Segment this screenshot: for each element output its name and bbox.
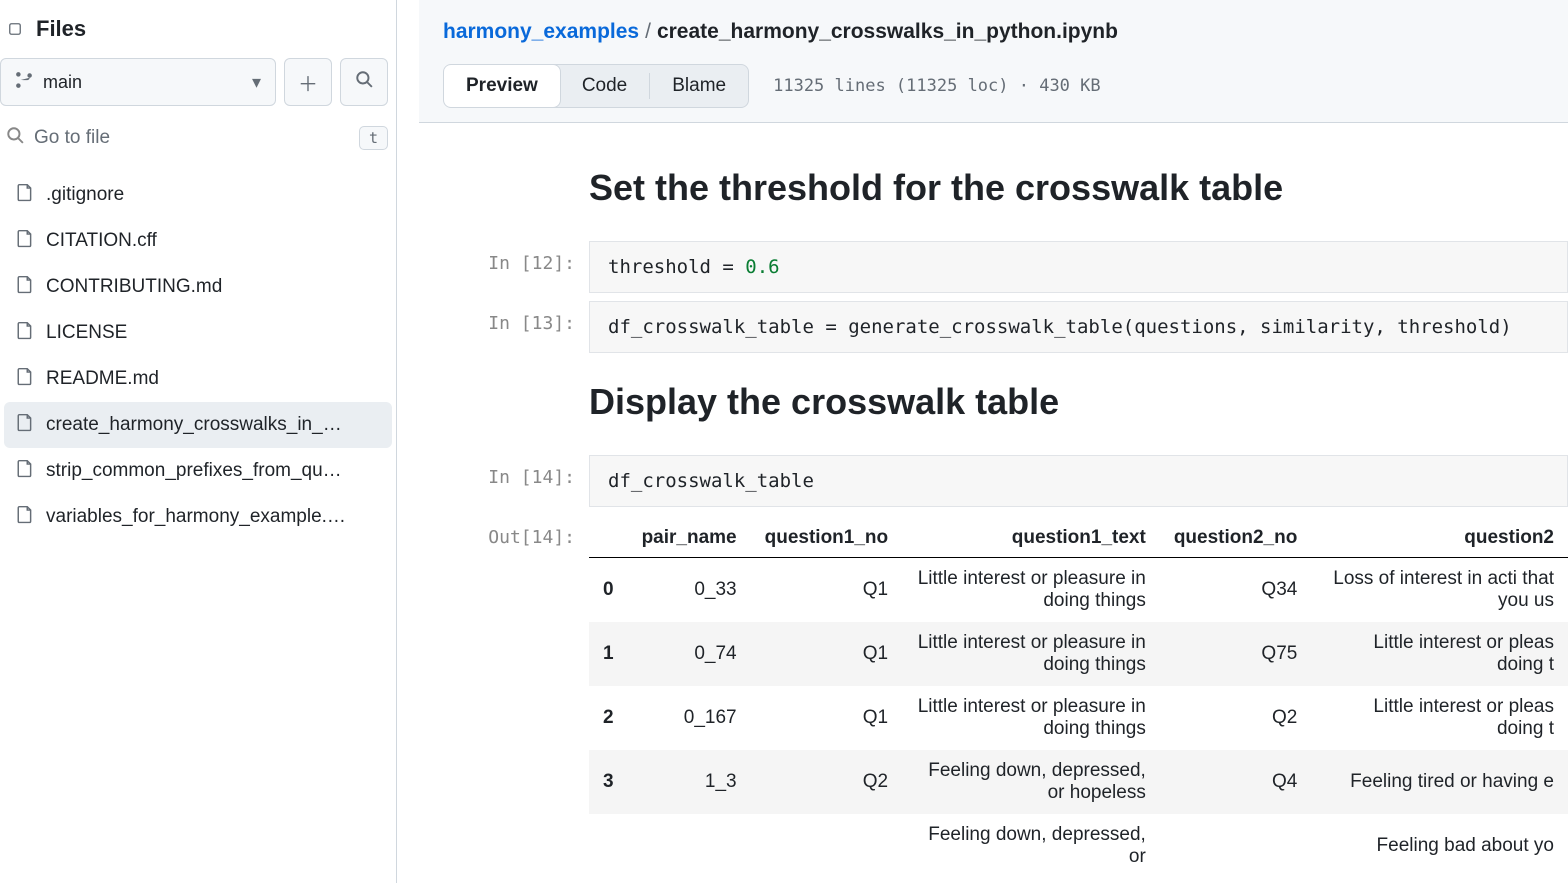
cell-prompt: In [12]: bbox=[419, 241, 589, 293]
table-row: 1 0_74 Q1 Little interest or pleasure in… bbox=[589, 622, 1568, 686]
file-icon bbox=[16, 274, 34, 300]
file-icon bbox=[16, 504, 34, 530]
cell-prompt: Out[14]: bbox=[419, 515, 589, 878]
code-cell: df_crosswalk_table bbox=[589, 455, 1568, 507]
tab-code[interactable]: Code bbox=[560, 65, 649, 107]
file-icon bbox=[16, 366, 34, 392]
breadcrumb-file: create_harmony_crosswalks_in_python.ipyn… bbox=[657, 20, 1118, 43]
add-file-button[interactable]: ＋ bbox=[284, 58, 332, 106]
plus-icon: ＋ bbox=[298, 68, 318, 97]
cell-prompt: In [13]: bbox=[419, 301, 589, 353]
file-header: harmony_examples/create_harmony_crosswal… bbox=[419, 0, 1568, 123]
main-content: harmony_examples/create_harmony_crosswal… bbox=[419, 0, 1568, 883]
dataframe-table: pair_namequestion1_noquestion1_textquest… bbox=[589, 519, 1568, 878]
file-icon bbox=[16, 182, 34, 208]
file-name: .gitignore bbox=[46, 184, 124, 206]
tab-blame[interactable]: Blame bbox=[650, 65, 748, 107]
file-icon bbox=[16, 412, 34, 438]
file-item[interactable]: strip_common_prefixes_from_qu… bbox=[4, 448, 392, 494]
file-stats: 11325 lines (11325 loc) · 430 KB bbox=[773, 76, 1101, 96]
table-row: 0 0_33 Q1 Little interest or pleasure in… bbox=[589, 558, 1568, 623]
file-icon bbox=[16, 458, 34, 484]
table-header: question1_text bbox=[902, 519, 1160, 558]
table-header: question1_no bbox=[751, 519, 903, 558]
branch-selector[interactable]: main ▾ bbox=[0, 58, 276, 106]
file-name: strip_common_prefixes_from_qu… bbox=[46, 460, 342, 482]
file-item[interactable]: variables_for_harmony_example.… bbox=[4, 494, 392, 540]
search-files-button[interactable] bbox=[340, 58, 388, 106]
table-row: 2 0_167 Q1 Little interest or pleasure i… bbox=[589, 686, 1568, 750]
breadcrumb: harmony_examples/create_harmony_crosswal… bbox=[443, 20, 1544, 64]
file-list: .gitignore CITATION.cff CONTRIBUTING.md … bbox=[0, 172, 396, 540]
heading-display: Display the crosswalk table bbox=[589, 381, 1568, 423]
go-to-file-placeholder: Go to file bbox=[34, 127, 110, 149]
search-icon bbox=[6, 126, 24, 150]
tab-preview[interactable]: Preview bbox=[443, 64, 561, 108]
table-header bbox=[589, 519, 628, 558]
view-switcher: Preview Code Blame bbox=[443, 64, 749, 108]
search-icon bbox=[355, 70, 373, 94]
sidebar-toggle-icon[interactable] bbox=[8, 19, 24, 39]
notebook-preview: Set the threshold for the crosswalk tabl… bbox=[419, 123, 1568, 883]
table-row: 3 1_3 Q2 Feeling down, depressed, or hop… bbox=[589, 750, 1568, 814]
file-item[interactable]: .gitignore bbox=[4, 172, 392, 218]
file-name: LICENSE bbox=[46, 322, 127, 344]
file-item[interactable]: CITATION.cff bbox=[4, 218, 392, 264]
file-item[interactable]: CONTRIBUTING.md bbox=[4, 264, 392, 310]
breadcrumb-sep: / bbox=[639, 20, 657, 43]
file-name: variables_for_harmony_example.… bbox=[46, 506, 346, 528]
gotofile-shortcut: t bbox=[359, 126, 388, 150]
code-cell: threshold = 0.6 bbox=[589, 241, 1568, 293]
go-to-file-input[interactable]: Go to file bbox=[0, 118, 351, 158]
sidebar-title: Files bbox=[36, 16, 86, 42]
file-icon bbox=[16, 320, 34, 346]
table-row: Feeling down, depressed, or Feeling bad … bbox=[589, 814, 1568, 878]
file-name: create_harmony_crosswalks_in_… bbox=[46, 414, 342, 436]
file-name: README.md bbox=[46, 368, 159, 390]
file-tree-sidebar: Files main ▾ ＋ bbox=[0, 0, 397, 883]
caret-down-icon: ▾ bbox=[252, 72, 261, 93]
breadcrumb-repo[interactable]: harmony_examples bbox=[443, 20, 639, 43]
code-cell: df_crosswalk_table = generate_crosswalk_… bbox=[589, 301, 1568, 353]
file-item[interactable]: LICENSE bbox=[4, 310, 392, 356]
table-header: pair_name bbox=[628, 519, 751, 558]
table-header: question2_no bbox=[1160, 519, 1312, 558]
branch-icon bbox=[15, 71, 33, 94]
file-item[interactable]: create_harmony_crosswalks_in_… bbox=[4, 402, 392, 448]
heading-threshold: Set the threshold for the crosswalk tabl… bbox=[589, 167, 1568, 209]
file-item[interactable]: README.md bbox=[4, 356, 392, 402]
file-icon bbox=[16, 228, 34, 254]
table-header: question2 bbox=[1311, 519, 1568, 558]
branch-name: main bbox=[43, 72, 82, 93]
cell-prompt: In [14]: bbox=[419, 455, 589, 507]
file-name: CONTRIBUTING.md bbox=[46, 276, 222, 298]
file-name: CITATION.cff bbox=[46, 230, 157, 252]
